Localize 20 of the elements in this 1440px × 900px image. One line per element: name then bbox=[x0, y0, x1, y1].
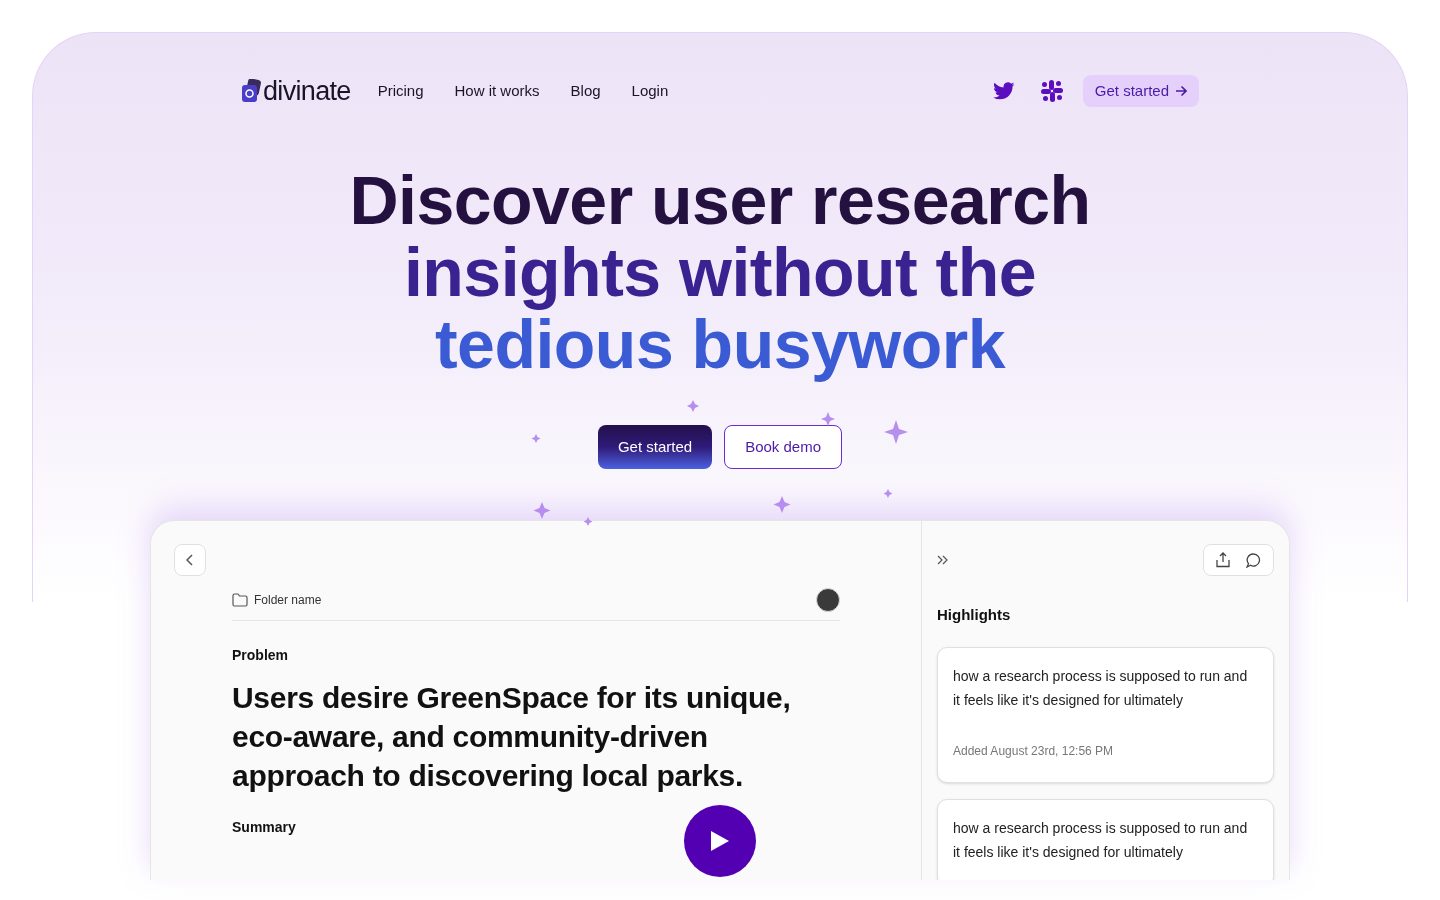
highlight-quote: how a research process is supposed to run and it feels like it's designed for ultimately bbox=[953, 818, 1249, 862]
nav-link[interactable]: How it works bbox=[454, 79, 540, 103]
highlight-card[interactable]: how a research process is supposed to run and it feels like it's designed for ultimately bbox=[937, 798, 1274, 880]
highlight-timestamp: Added August 23rd, 12:56 PM bbox=[953, 742, 1115, 760]
problem-heading: Users desire GreenSpace for its unique, eco-aware, and community-driven approach to discovering local parks. bbox=[232, 680, 792, 794]
nav-link[interactable]: Login bbox=[631, 79, 669, 103]
folder-name[interactable]: Folder name bbox=[254, 591, 322, 609]
headline-line: Discover user research bbox=[349, 164, 1091, 236]
section-label: Problem bbox=[232, 646, 289, 665]
get-started-button[interactable]: Get started bbox=[1082, 75, 1199, 107]
highlights-title: Highlights bbox=[937, 605, 1012, 625]
logo-text[interactable]: divinate bbox=[263, 70, 351, 112]
highlight-quote: how a research process is supposed to run and it feels like it's designed for ultimately bbox=[953, 666, 1249, 710]
nav-link[interactable]: Blog bbox=[570, 79, 601, 103]
get-started-button[interactable]: Get started bbox=[597, 425, 713, 469]
headline-line: insights without the bbox=[403, 236, 1037, 308]
summary-label: Summary bbox=[232, 818, 297, 837]
highlight-card[interactable]: how a research process is supposed to run and it feels like it's designed for ultimately Added August 23rd, 12:56 PM bbox=[937, 646, 1274, 783]
book-demo-button[interactable]: Book demo bbox=[724, 425, 843, 469]
nav-link[interactable]: Pricing bbox=[377, 79, 424, 103]
